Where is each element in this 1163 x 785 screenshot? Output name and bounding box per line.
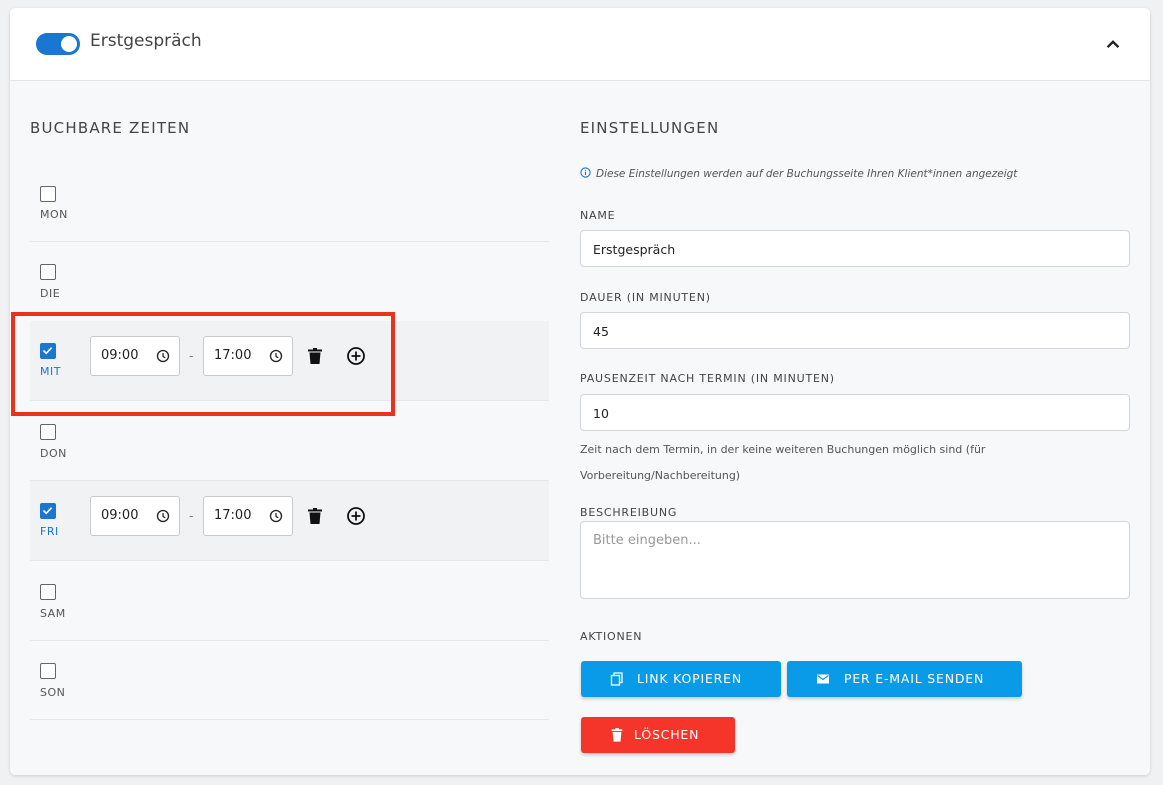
event-type-card: Erstgespräch BUCHBARE ZEITEN MON DIE MIT… bbox=[10, 8, 1150, 775]
copy-icon bbox=[610, 672, 623, 686]
name-value: Erstgespräch bbox=[593, 242, 676, 257]
day-label-don: DON bbox=[40, 447, 67, 460]
day-row-sam: SAM bbox=[30, 561, 549, 641]
duration-value: 45 bbox=[593, 324, 609, 339]
day-label-mon: MON bbox=[40, 208, 68, 221]
description-placeholder: Bitte eingeben... bbox=[593, 533, 701, 548]
day-checkbox-don[interactable] bbox=[40, 424, 56, 440]
settings-info-text: Diese Einstellungen werden auf der Buchu… bbox=[596, 168, 1018, 180]
trash-icon[interactable] bbox=[308, 508, 322, 524]
day-row-son: SON bbox=[30, 640, 549, 720]
bookable-times-title: BUCHBARE ZEITEN bbox=[30, 119, 191, 137]
copy-link-button[interactable]: LINK KOPIEREN bbox=[581, 661, 781, 697]
day-label-fri: FRI bbox=[40, 525, 59, 538]
clock-icon bbox=[156, 509, 170, 523]
send-email-button[interactable]: PER E-MAIL SENDEN bbox=[787, 661, 1022, 697]
collapse-button[interactable] bbox=[1100, 32, 1126, 58]
name-label: NAME bbox=[580, 209, 616, 222]
settings-info: Diese Einstellungen werden auf der Buchu… bbox=[580, 167, 1017, 180]
add-time-icon[interactable] bbox=[346, 506, 366, 526]
day-label-sam: SAM bbox=[40, 607, 66, 620]
checkmark-icon bbox=[42, 507, 53, 515]
description-label: BESCHREIBUNG bbox=[580, 506, 678, 519]
card-header: Erstgespräch bbox=[10, 8, 1150, 81]
info-icon bbox=[580, 167, 591, 178]
day-label-die: DIE bbox=[40, 287, 61, 300]
send-email-label: PER E-MAIL SENDEN bbox=[844, 671, 985, 686]
pause-label: PAUSENZEIT NACH TERMIN (IN MINUTEN) bbox=[580, 372, 835, 385]
trash-icon bbox=[611, 728, 623, 742]
toggle-knob bbox=[61, 36, 77, 52]
day-row-mon: MON bbox=[30, 162, 549, 242]
day-row-die: DIE bbox=[30, 242, 549, 322]
day-label-son: SON bbox=[40, 686, 66, 699]
mail-icon bbox=[817, 674, 829, 684]
delete-button[interactable]: LÖSCHEN bbox=[581, 717, 735, 753]
name-input[interactable]: Erstgespräch bbox=[580, 230, 1130, 267]
active-toggle[interactable] bbox=[36, 33, 80, 55]
clock-icon bbox=[269, 509, 283, 523]
end-time-value: 17:00 bbox=[214, 508, 252, 523]
highlight-annotation bbox=[11, 312, 395, 416]
time-separator: - bbox=[189, 509, 194, 523]
day-row-fri: FRI 09:00 - 17:00 bbox=[30, 481, 549, 561]
actions-label: AKTIONEN bbox=[580, 630, 643, 643]
start-time-value: 09:00 bbox=[101, 508, 139, 523]
chevron-up-icon bbox=[1106, 40, 1120, 49]
day-checkbox-mon[interactable] bbox=[40, 186, 56, 202]
pause-helper-text: Zeit nach dem Termin, in der keine weite… bbox=[580, 443, 986, 482]
pause-input[interactable]: 10 bbox=[580, 394, 1130, 431]
card-body: BUCHBARE ZEITEN MON DIE MIT 09:00 - 17:0… bbox=[10, 81, 1150, 775]
day-checkbox-son[interactable] bbox=[40, 663, 56, 679]
start-time-input-fri[interactable]: 09:00 bbox=[90, 496, 180, 536]
pause-value: 10 bbox=[593, 406, 609, 421]
day-checkbox-fri[interactable] bbox=[40, 503, 56, 519]
copy-link-label: LINK KOPIEREN bbox=[637, 671, 742, 686]
end-time-input-fri[interactable]: 17:00 bbox=[203, 496, 293, 536]
day-checkbox-sam[interactable] bbox=[40, 584, 56, 600]
description-textarea[interactable]: Bitte eingeben... bbox=[580, 521, 1130, 599]
settings-title: EINSTELLUNGEN bbox=[580, 119, 720, 137]
duration-input[interactable]: 45 bbox=[580, 312, 1130, 349]
event-type-title: Erstgespräch bbox=[90, 31, 202, 51]
duration-label: DAUER (IN MINUTEN) bbox=[580, 291, 711, 304]
delete-label: LÖSCHEN bbox=[634, 727, 700, 742]
day-checkbox-die[interactable] bbox=[40, 264, 56, 280]
